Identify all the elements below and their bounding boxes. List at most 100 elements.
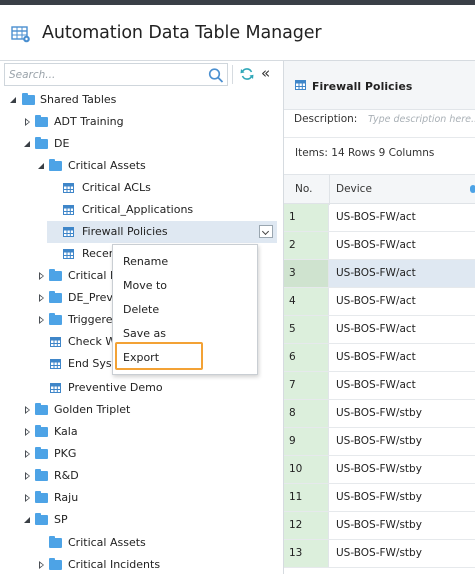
row-number-cell: 7 <box>284 372 329 399</box>
collapsed-arrow-icon[interactable] <box>25 406 30 414</box>
folder-icon <box>35 403 48 415</box>
tree-item-preventive-demo[interactable]: Preventive Demo <box>0 377 283 399</box>
collapsed-arrow-icon[interactable] <box>25 494 30 502</box>
tree-item-label: End Syst <box>68 357 116 370</box>
collapsed-arrow-icon[interactable] <box>25 472 30 480</box>
device-cell[interactable]: US-BOS-FW/act <box>336 323 416 335</box>
row-number-cell: 2 <box>284 232 329 259</box>
collapsed-arrow-icon[interactable] <box>25 118 30 126</box>
collapsed-arrow-icon[interactable] <box>25 450 30 458</box>
device-cell[interactable]: US-BOS-FW/stby <box>336 491 422 503</box>
tree-item-firewall-policies[interactable]: Firewall Policies <box>47 221 277 243</box>
search-icon[interactable] <box>208 68 224 83</box>
table-row[interactable]: 13 US-BOS-FW/stby <box>284 540 475 568</box>
table-row[interactable]: 3 US-BOS-FW/act <box>284 260 475 288</box>
collapsed-arrow-icon[interactable] <box>39 561 44 569</box>
expanded-arrow-icon[interactable] <box>24 517 30 523</box>
tree-item-r-and-d[interactable]: R&D <box>0 465 283 487</box>
device-cell[interactable]: US-BOS-FW/stby <box>336 435 422 447</box>
refresh-icon[interactable] <box>240 67 254 81</box>
row-number: 11 <box>289 491 303 503</box>
menu-item-export[interactable]: Export <box>123 351 159 364</box>
collapsed-arrow-icon[interactable] <box>39 294 44 302</box>
table-icon <box>295 80 306 90</box>
tree-item-shared-tables[interactable]: Shared Tables <box>0 89 283 111</box>
description-input[interactable] <box>368 112 475 127</box>
table-row[interactable]: 7 US-BOS-FW/act <box>284 372 475 400</box>
table-row[interactable]: 10 US-BOS-FW/stby <box>284 456 475 484</box>
tree-item-raju[interactable]: Raju <box>0 487 283 509</box>
search-box <box>4 63 228 86</box>
device-cell[interactable]: US-BOS-FW/act <box>336 351 416 363</box>
table-row[interactable]: 1 US-BOS-FW/act <box>284 204 475 232</box>
folder-icon <box>35 137 48 149</box>
tree-item-label: Golden Triplet <box>54 403 131 416</box>
expanded-arrow-icon[interactable] <box>24 141 30 147</box>
table-icon <box>63 249 74 259</box>
item-menu-dropdown-button[interactable] <box>259 225 273 238</box>
tree-item-label: DE <box>54 137 70 150</box>
menu-item-rename[interactable]: Rename <box>123 255 168 268</box>
table-row[interactable]: 2 US-BOS-FW/act <box>284 232 475 260</box>
folder-icon <box>35 115 48 127</box>
collapsed-arrow-icon[interactable] <box>25 428 30 436</box>
device-cell[interactable]: US-BOS-FW/stby <box>336 519 422 531</box>
row-number-cell: 10 <box>284 456 329 483</box>
row-number-cell: 6 <box>284 344 329 371</box>
toolbar-divider <box>232 65 233 84</box>
tree-item-pkg[interactable]: PKG <box>0 443 283 465</box>
folder-icon <box>35 447 48 459</box>
menu-item-delete[interactable]: Delete <box>123 303 159 316</box>
tree-item-label: SP <box>54 513 68 526</box>
table-icon <box>50 359 61 369</box>
items-label: Items: <box>295 147 328 159</box>
table-row[interactable]: 9 US-BOS-FW/stby <box>284 428 475 456</box>
tree-item-sp-critical-assets[interactable]: Critical Assets <box>0 532 283 554</box>
table-row[interactable]: 4 US-BOS-FW/act <box>284 288 475 316</box>
app-title: Automation Data Table Manager <box>42 23 322 43</box>
title-bar: Automation Data Table Manager <box>0 5 475 60</box>
device-cell[interactable]: US-BOS-FW/act <box>336 379 416 391</box>
tree-item-kala[interactable]: Kala <box>0 421 283 443</box>
tree-item-critical-applications[interactable]: Critical_Applications <box>0 199 283 221</box>
tree-item-critical-assets[interactable]: Critical Assets <box>0 155 283 177</box>
table-row[interactable]: 8 US-BOS-FW/stby <box>284 400 475 428</box>
collapsed-arrow-icon[interactable] <box>39 272 44 280</box>
device-cell[interactable]: US-BOS-FW/act <box>336 295 416 307</box>
table-row[interactable]: 11 US-BOS-FW/stby <box>284 484 475 512</box>
tree-item-label: DE_Prev <box>68 291 113 304</box>
table-icon <box>50 383 61 393</box>
search-input[interactable] <box>9 67 194 83</box>
collapse-panel-icon[interactable]: « <box>261 65 270 81</box>
tree-item-sp[interactable]: SP <box>0 509 283 531</box>
tree-item-golden-triplet[interactable]: Golden Triplet <box>0 399 283 421</box>
column-header-no[interactable]: No. <box>295 183 312 195</box>
device-cell[interactable]: US-BOS-FW/stby <box>336 407 422 419</box>
device-cell[interactable]: US-BOS-FW/act <box>336 211 416 223</box>
collapsed-arrow-icon[interactable] <box>39 316 44 324</box>
tree-item-adt-training[interactable]: ADT Training <box>0 111 283 133</box>
folder-icon <box>35 469 48 481</box>
expanded-arrow-icon[interactable] <box>38 163 44 169</box>
tree-item-critical-acls[interactable]: Critical ACLs <box>0 177 283 199</box>
tree-item-label: Preventive Demo <box>68 381 163 394</box>
table-row[interactable]: 5 US-BOS-FW/act <box>284 316 475 344</box>
folder-icon <box>49 159 62 171</box>
device-cell[interactable]: US-BOS-FW/act <box>336 267 416 279</box>
expanded-arrow-icon[interactable] <box>10 97 16 103</box>
device-cell[interactable]: US-BOS-FW/stby <box>336 547 422 559</box>
column-menu-icon[interactable] <box>470 185 475 193</box>
table-row[interactable]: 12 US-BOS-FW/stby <box>284 512 475 540</box>
table-icon <box>63 227 74 237</box>
column-header-device[interactable]: Device <box>336 183 372 195</box>
tree-item-sp-critical-incidents[interactable]: Critical Incidents <box>0 554 283 576</box>
table-row[interactable]: 6 US-BOS-FW/act <box>284 344 475 372</box>
device-cell[interactable]: US-BOS-FW/stby <box>336 463 422 475</box>
tree-item-de[interactable]: DE <box>0 133 283 155</box>
device-cell[interactable]: US-BOS-FW/act <box>336 239 416 251</box>
menu-item-move-to[interactable]: Move to <box>123 279 167 292</box>
data-table-icon <box>11 26 30 43</box>
folder-icon <box>49 313 62 325</box>
row-number: 5 <box>289 323 296 335</box>
menu-item-save-as[interactable]: Save as <box>123 327 166 340</box>
